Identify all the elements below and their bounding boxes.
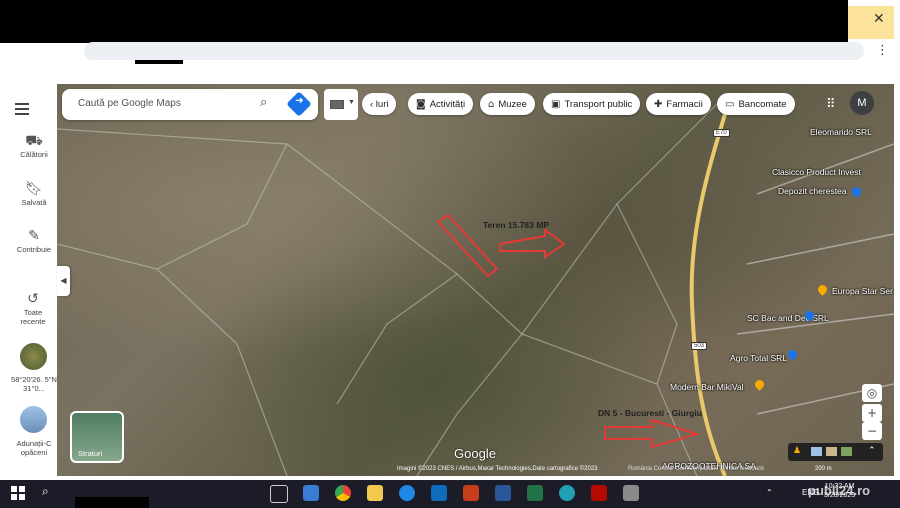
powerpoint-icon[interactable] (463, 485, 479, 501)
expand-icon[interactable]: ⌃ (868, 445, 876, 456)
apps-grid-icon[interactable]: ⠿ (826, 97, 836, 112)
close-icon[interactable]: ✕ (873, 11, 885, 27)
app-icon[interactable] (559, 485, 575, 501)
sidebar-item-recente[interactable]: ↺ Toate recente (13, 290, 53, 326)
sidebar-item-contribuie[interactable]: ✎ Contribuie (11, 227, 57, 254)
search-input[interactable]: Caută pe Google Maps (78, 98, 181, 109)
chip-label: Bancomate (738, 98, 787, 110)
chip-muzee[interactable]: ⌂ Muzee (480, 93, 535, 115)
sidebar-item-label: Toate recente (20, 308, 46, 326)
task-view-icon[interactable] (270, 485, 288, 503)
taskbar-search-icon[interactable]: ⌕ (42, 484, 49, 499)
chip-transport-public[interactable]: ▣ Transport public (543, 93, 641, 115)
edit-icon: ✎ (28, 228, 40, 244)
redacted-title-bar (0, 0, 848, 43)
pharmacy-icon: ✚ (654, 98, 663, 110)
red-arrow-annotations (436, 213, 701, 449)
watermark: publi24.ro (808, 483, 871, 498)
chip-label: Muzee (498, 98, 527, 110)
excel-icon[interactable] (527, 485, 543, 501)
collapse-panel-button[interactable]: ◀ (57, 266, 70, 296)
poi-label[interactable]: Eleomarido SRL (810, 127, 872, 137)
redacted-taskbar-block (75, 497, 149, 508)
chip-bancomate[interactable]: ▭ Bancomate (717, 93, 795, 115)
layers-button[interactable]: Straturi (70, 411, 124, 463)
more-menu-icon[interactable]: ⋮ (876, 43, 889, 58)
search-icon[interactable]: ⌕ (260, 95, 267, 110)
acrobat-icon[interactable] (591, 485, 607, 501)
chip-activitati[interactable]: ◙ Activități (408, 93, 474, 115)
file-explorer-icon[interactable] (367, 485, 383, 501)
sidebar-item-label: Călătorii (20, 150, 48, 159)
windows-start-icon[interactable] (11, 486, 25, 500)
museum-icon: ⌂ (488, 98, 495, 110)
poi-label[interactable]: Europa Star Ser (832, 286, 893, 296)
zoom-out-button[interactable]: − (862, 422, 882, 440)
chip-label: ‹ luri (370, 98, 389, 110)
poi-label[interactable]: Modern Bar MikiVal (670, 382, 744, 392)
history-icon: ↺ (27, 291, 39, 307)
recent-place-thumbnail[interactable] (20, 406, 47, 433)
store-icon[interactable] (303, 485, 319, 501)
road-annotation: DN 5 - Bucuresti - Giurgiu (598, 408, 702, 418)
address-bar[interactable] (84, 42, 864, 60)
hamburger-menu-icon[interactable] (15, 100, 29, 118)
poi-label[interactable]: SC Bac and Dec SRL (747, 313, 829, 323)
caret-down-icon: ▼ (348, 99, 355, 106)
recent-place-label[interactable]: 58°20'26. 5"N 31°0... (11, 375, 57, 393)
satellite-map[interactable] (57, 84, 894, 476)
chip-label: Farmacii (666, 98, 703, 110)
chip-farmacii[interactable]: ✚ Farmacii (646, 93, 711, 115)
atm-icon: ▭ (725, 98, 735, 110)
layers-label: Straturi (78, 449, 103, 458)
map-type-thumbnail[interactable] (841, 447, 852, 456)
sidebar-item-calatorii[interactable]: ⛟ Călătorii (11, 132, 57, 159)
map-terms-links[interactable]: România Condiții Confidențialitate Trimi… (628, 466, 764, 472)
input-tools-button[interactable]: ▼ (324, 89, 358, 120)
avatar[interactable]: M (850, 91, 874, 115)
search-box[interactable]: Caută pe Google Maps ⌕ (62, 89, 318, 120)
poi-label[interactable]: Clasicco Product Invest (772, 167, 861, 177)
map-attribution: Imagini ©2023 CNES / Airbus,Maxar Techno… (397, 466, 598, 472)
map-type-thumbnail[interactable] (811, 447, 822, 456)
chip-label: Transport public (564, 98, 633, 110)
keyboard-icon (330, 100, 344, 109)
mail-icon[interactable] (431, 485, 447, 501)
pegman-icon[interactable]: ♟ (793, 445, 801, 456)
window-close-panel[interactable] (848, 6, 894, 39)
scale-bar[interactable]: 200 m (815, 466, 832, 472)
recent-place-label[interactable]: Adunații-C opăceni (11, 439, 57, 457)
poi-label[interactable]: Depozit cherestea (778, 186, 847, 196)
chrome-icon[interactable] (335, 485, 351, 501)
directions-icon[interactable] (286, 91, 312, 117)
sidebar-item-label: Contribuie (16, 245, 52, 254)
google-logo: Google (454, 446, 496, 461)
chip-label: Activități (429, 98, 466, 110)
edge-icon[interactable] (399, 485, 415, 501)
bookmark-icon: 🔖︎ (25, 181, 43, 197)
map-type-thumbnail[interactable] (826, 447, 837, 456)
app-icon[interactable] (623, 485, 639, 501)
tray-chevron-icon[interactable]: ⌃ (766, 488, 773, 497)
zoom-in-button[interactable]: + (862, 404, 882, 422)
road-shield: 503 (691, 342, 708, 350)
poi-label[interactable]: Agro Total SRL (730, 353, 787, 363)
word-icon[interactable] (495, 485, 511, 501)
my-location-icon[interactable]: ◎ (862, 384, 882, 402)
terrain-annotation: Teren 15.783 MP (483, 220, 549, 230)
camera-icon: ◙ (416, 98, 426, 110)
road-shield: E70 (713, 129, 730, 137)
car-icon: ⛟ (25, 133, 43, 149)
bus-icon: ▣ (551, 98, 561, 110)
chip-previous[interactable]: ‹ luri (362, 93, 397, 115)
recent-place-thumbnail[interactable] (20, 343, 47, 370)
sidebar-item-salvata[interactable]: 🔖︎ Salvată (11, 180, 57, 207)
sidebar-item-label: Salvată (21, 198, 47, 207)
